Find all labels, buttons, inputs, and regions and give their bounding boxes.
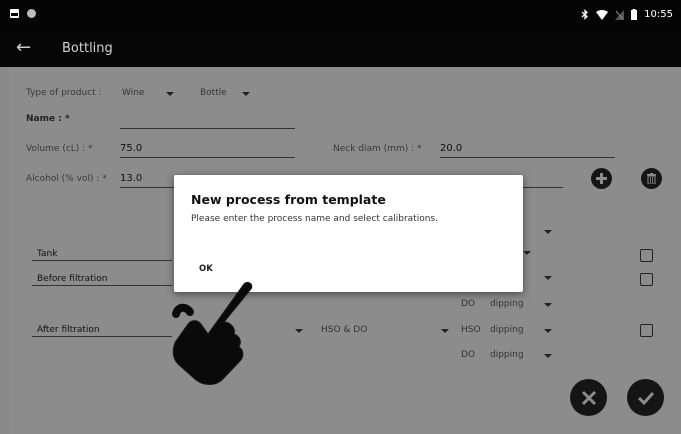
delete-process-button[interactable] <box>641 168 662 189</box>
chevron-down-icon[interactable] <box>544 303 552 307</box>
process-row-name[interactable]: Before filtration <box>37 274 107 284</box>
gallery-icon <box>10 9 19 18</box>
process-row-name[interactable]: After filtration <box>37 325 100 335</box>
process-row-checkbox[interactable] <box>640 324 653 337</box>
notification-dot-icon <box>27 9 36 18</box>
process-row-checkbox[interactable] <box>640 249 653 262</box>
dialog-message: Please enter the process name and select… <box>191 214 438 224</box>
close-icon <box>581 390 596 405</box>
chevron-down-icon[interactable] <box>544 276 552 280</box>
name-underline <box>120 128 295 129</box>
ok-button[interactable]: OK <box>199 264 213 274</box>
clock: 10:55 <box>644 9 673 20</box>
chevron-down-icon[interactable] <box>544 354 552 358</box>
process-row-name[interactable]: Tank <box>37 249 57 259</box>
product-type-select[interactable]: Wine <box>122 88 144 98</box>
chevron-down-icon[interactable] <box>295 329 303 333</box>
trash-icon <box>647 173 656 184</box>
confirm-button[interactable] <box>627 379 664 416</box>
do-label: DO <box>461 299 476 309</box>
name-label: Name : * <box>26 114 70 124</box>
neck-diam-label: Neck diam (mm) : * <box>333 144 422 154</box>
volume-input[interactable]: 75.0 <box>120 143 142 154</box>
field-underline <box>523 187 563 188</box>
new-process-dialog: New process from template Please enter t… <box>174 175 523 292</box>
neck-diam-underline <box>440 157 615 158</box>
alcohol-underline <box>120 187 180 188</box>
chevron-down-icon[interactable] <box>544 230 552 234</box>
chevron-down-icon[interactable] <box>544 329 552 333</box>
process-row-underline <box>32 336 172 337</box>
battery-icon <box>631 9 638 20</box>
type-of-product-label: Type of product : <box>26 88 102 98</box>
dipping-select[interactable]: dipping <box>490 350 524 360</box>
dipping-select[interactable]: dipping <box>490 325 524 335</box>
page-title: Bottling <box>62 41 113 56</box>
do-label: DO <box>461 350 476 360</box>
chevron-down-icon[interactable] <box>242 92 250 96</box>
app-bar: ← Bottling <box>0 31 681 67</box>
cancel-button[interactable] <box>570 379 607 416</box>
calibration-select[interactable]: HSO & DO <box>321 325 367 335</box>
chevron-down-icon[interactable] <box>166 92 174 96</box>
volume-underline <box>120 157 295 158</box>
dipping-select[interactable]: dipping <box>490 299 524 309</box>
app-screen: 10:55 ← Bottling Type of product : Wine … <box>0 0 681 434</box>
volume-label: Volume (cL) : * <box>26 144 93 154</box>
neck-diam-input[interactable]: 20.0 <box>440 143 462 154</box>
add-process-button[interactable] <box>591 168 612 189</box>
alcohol-label: Alcohol (% vol) : * <box>26 174 107 184</box>
tap-hand-icon <box>172 281 253 385</box>
process-row-checkbox[interactable] <box>640 273 653 286</box>
calibration-type: HSO <box>461 325 481 335</box>
process-row-underline <box>32 285 172 286</box>
container-type-select[interactable]: Bottle <box>200 88 227 98</box>
plus-icon <box>596 173 607 184</box>
status-bar: 10:55 <box>0 0 681 31</box>
dialog-title: New process from template <box>191 192 386 207</box>
chevron-down-icon[interactable] <box>441 329 449 333</box>
alcohol-input[interactable]: 13.0 <box>120 173 142 184</box>
chevron-down-icon[interactable] <box>523 251 531 255</box>
wifi-icon <box>596 9 609 20</box>
back-arrow-icon[interactable]: ← <box>16 37 31 58</box>
signal-icon <box>615 9 625 20</box>
checkmark-icon <box>637 391 654 405</box>
bluetooth-icon <box>581 9 589 20</box>
process-row-underline <box>32 260 172 261</box>
